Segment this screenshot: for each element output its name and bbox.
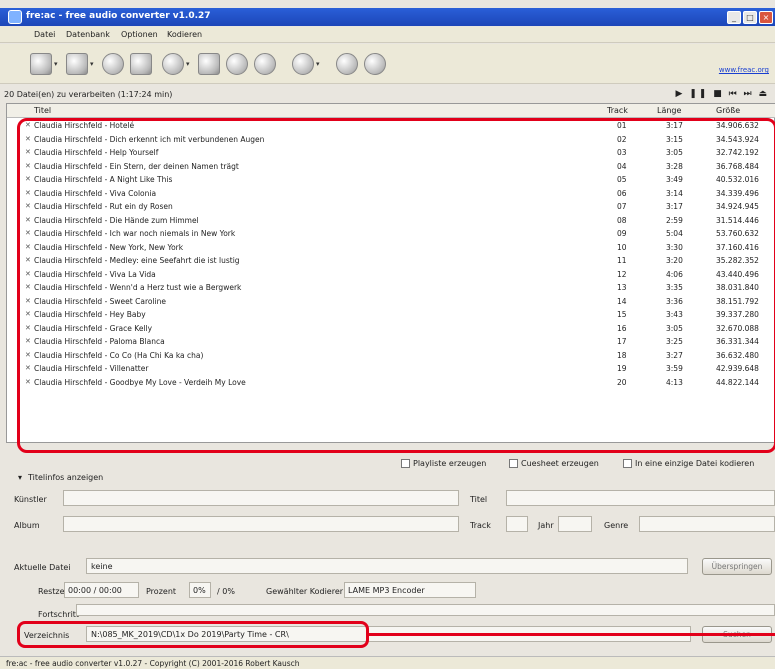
chevron-down-icon[interactable]: ▾ xyxy=(54,60,58,68)
skip-button[interactable]: Überspringen xyxy=(702,558,772,575)
album-field[interactable] xyxy=(63,516,459,532)
encode-start-icon[interactable] xyxy=(226,53,248,75)
genre-label: Genre xyxy=(604,521,629,530)
status-bar: fre:ac - free audio converter v1.0.27 - … xyxy=(0,656,775,669)
toolbar: ▾ ▾ ▾ ▾ www.freac.org xyxy=(0,44,775,84)
list-info-bar: 20 Datei(en) zu verarbeiten (1:17:24 min… xyxy=(0,88,775,102)
year-label: Jahr xyxy=(538,521,554,530)
encode-stop-icon[interactable] xyxy=(292,53,314,75)
website-link[interactable]: www.freac.org xyxy=(719,66,769,74)
year-field[interactable] xyxy=(558,516,592,532)
column-title[interactable]: Titel xyxy=(34,106,51,115)
encode-pause-icon[interactable] xyxy=(254,53,276,75)
genre-dropdown[interactable] xyxy=(639,516,775,532)
collapse-arrow-icon[interactable]: ▾ xyxy=(18,473,22,482)
column-track[interactable]: Track xyxy=(607,106,628,115)
tag-info-toggle[interactable]: Titelinfos anzeigen xyxy=(28,473,103,482)
status-text: fre:ac - free audio converter v1.0.27 - … xyxy=(6,659,300,668)
progress-label: Fortschritt xyxy=(38,610,80,619)
encoder-label: Gewählter Kodierer xyxy=(266,587,344,596)
playlist-label: Playliste erzeugen xyxy=(413,459,487,468)
add-files-icon[interactable] xyxy=(30,53,52,75)
menu-datei[interactable]: Datei xyxy=(34,30,55,39)
cddb-query-icon[interactable] xyxy=(102,53,124,75)
info-icon[interactable] xyxy=(336,53,358,75)
artist-field[interactable] xyxy=(63,490,459,506)
percent-field: 0% xyxy=(189,582,211,598)
menu-optionen[interactable]: Optionen xyxy=(121,30,158,39)
single-file-label: In eine einzige Datei kodieren xyxy=(635,459,755,468)
remove-files-icon[interactable] xyxy=(66,53,88,75)
highlight-box-output-dir xyxy=(17,621,369,648)
encoder-value: LAME MP3 Encoder xyxy=(348,586,425,595)
file-count-label: 20 Datei(en) zu verarbeiten (1:17:24 min… xyxy=(4,90,173,99)
window-title: fre:ac - free audio converter v1.0.27 xyxy=(26,11,211,21)
percent-total: / 0% xyxy=(217,587,235,596)
settings-icon[interactable] xyxy=(198,53,220,75)
album-label: Album xyxy=(14,521,40,530)
chevron-down-icon[interactable]: ▾ xyxy=(90,60,94,68)
current-file-label: Aktuelle Datei xyxy=(14,563,71,572)
playback-controls[interactable]: ▶ ❚❚ ■ ⏮ ⏭ ⏏ xyxy=(675,89,769,99)
encoder-field: LAME MP3 Encoder xyxy=(344,582,476,598)
title-field[interactable] xyxy=(506,490,775,506)
menu-bar: Datei Datenbank Optionen Kodieren xyxy=(0,27,775,43)
clear-list-icon[interactable] xyxy=(130,53,152,75)
column-size[interactable]: Größe xyxy=(716,106,740,115)
chevron-down-icon[interactable]: ▾ xyxy=(186,60,190,68)
track-field[interactable] xyxy=(506,516,528,532)
highlight-connector-line xyxy=(369,633,775,636)
highlight-box-track-list xyxy=(17,118,775,453)
column-length[interactable]: Länge xyxy=(657,106,681,115)
menu-datenbank[interactable]: Datenbank xyxy=(66,30,110,39)
app-icon xyxy=(8,10,22,24)
maximize-button[interactable]: □ xyxy=(743,11,757,24)
current-file-value: keine xyxy=(91,562,113,571)
time-field: 00:00 / 00:00 xyxy=(64,582,139,598)
single-file-checkbox[interactable] xyxy=(623,459,632,468)
close-button[interactable]: × xyxy=(759,11,773,24)
percent-label: Prozent xyxy=(146,587,177,596)
chevron-down-icon[interactable]: ▾ xyxy=(316,60,320,68)
cuesheet-label: Cuesheet erzeugen xyxy=(521,459,599,468)
time-value: 00:00 / 00:00 xyxy=(68,586,122,595)
refresh-icon[interactable] xyxy=(162,53,184,75)
current-file-field: keine xyxy=(86,558,688,574)
progress-bar xyxy=(76,604,775,616)
minimize-button[interactable]: _ xyxy=(727,11,741,24)
track-label: Track xyxy=(470,521,491,530)
artist-label: Künstler xyxy=(14,495,47,504)
title-bar: fre:ac - free audio converter v1.0.27 _ … xyxy=(0,8,775,26)
playlist-checkbox[interactable] xyxy=(401,459,410,468)
quit-icon[interactable] xyxy=(364,53,386,75)
track-list-header: Titel Track Länge Größe xyxy=(7,104,775,118)
title-label: Titel xyxy=(470,495,488,504)
percent-value: 0% xyxy=(193,586,206,595)
cuesheet-checkbox[interactable] xyxy=(509,459,518,468)
menu-kodieren[interactable]: Kodieren xyxy=(167,30,202,39)
